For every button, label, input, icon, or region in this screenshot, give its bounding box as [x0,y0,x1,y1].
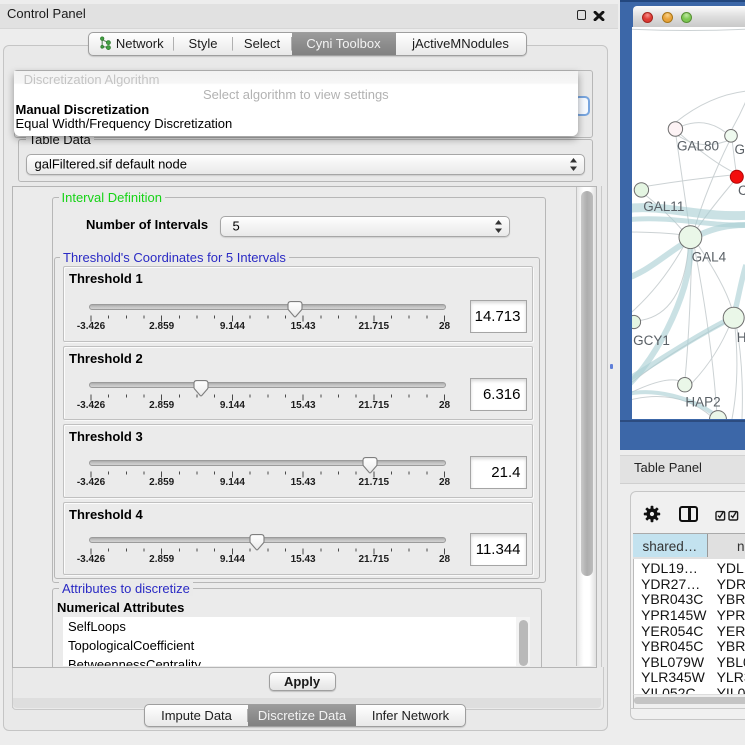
svg-text:GAL4: GAL4 [692,250,727,265]
svg-text:GAL11: GAL11 [643,199,684,214]
svg-text:HAP2: HAP2 [685,394,720,409]
svg-text:H: H [737,330,745,345]
svg-text:G.: G. [735,142,745,157]
svg-text:GCY1: GCY1 [633,333,670,348]
svg-text:C.: C. [738,183,745,198]
svg-text:GAL80: GAL80 [677,139,719,154]
